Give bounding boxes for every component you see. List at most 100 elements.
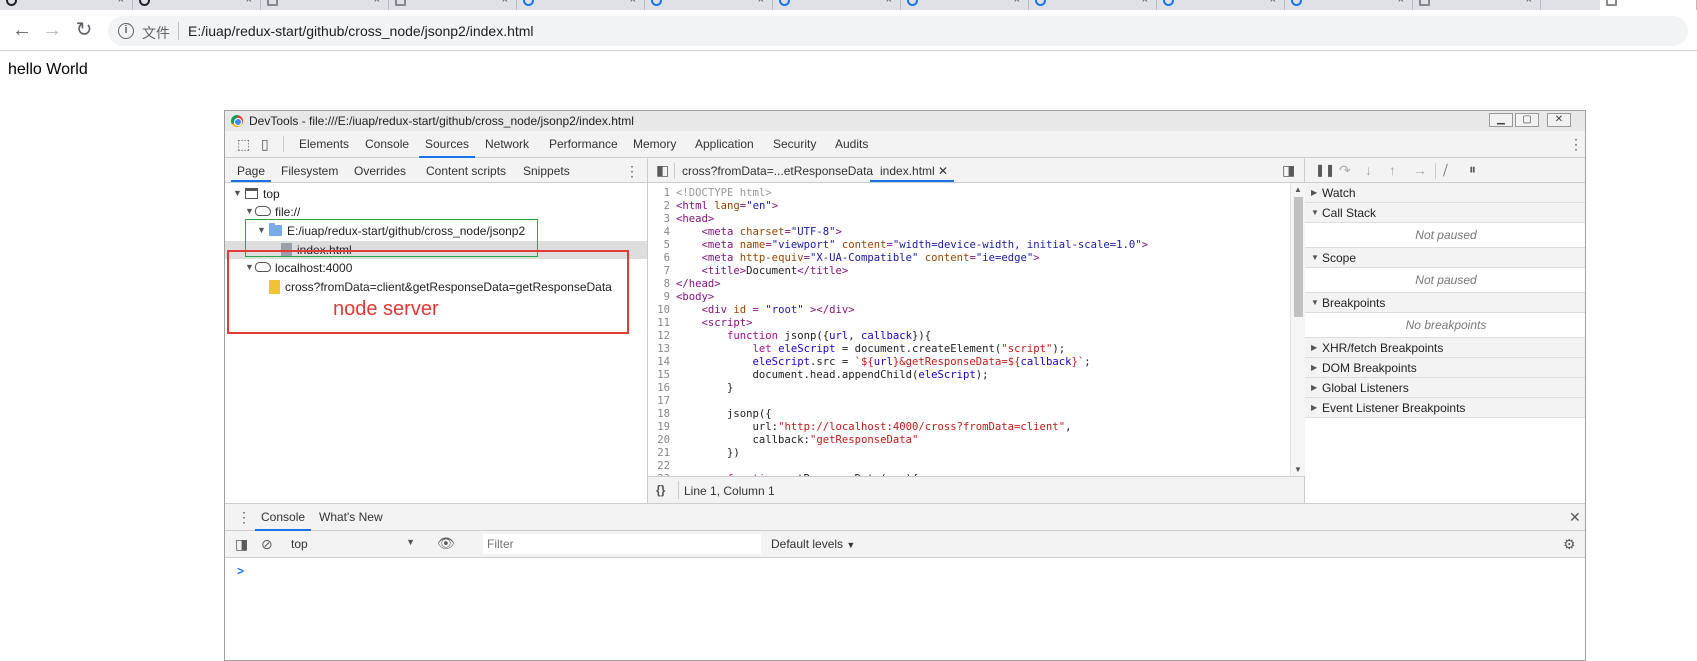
inspect-element-icon[interactable]: ⬚ <box>237 137 250 151</box>
close-window-button[interactable]: ✕ <box>1547 113 1571 127</box>
browser-tab[interactable]: × <box>389 0 517 10</box>
drawer-tab-whats-new[interactable]: What's New <box>319 510 383 524</box>
tab-console[interactable]: Console <box>365 137 409 151</box>
tab-snippets[interactable]: Snippets <box>523 164 570 178</box>
close-icon[interactable]: × <box>1270 0 1276 6</box>
browser-tab[interactable]: × <box>901 0 1029 10</box>
reload-button[interactable]: ↻ <box>72 18 96 42</box>
close-icon[interactable]: × <box>374 0 380 6</box>
section-scope[interactable]: ▼ Scope <box>1305 248 1585 268</box>
close-icon[interactable]: × <box>1398 0 1404 6</box>
tab-overrides[interactable]: Overrides <box>354 164 406 178</box>
step-icon[interactable]: → <box>1413 163 1427 177</box>
address-bar[interactable]: i 文件 E:/iuap/redux-start/github/cross_no… <box>108 16 1688 46</box>
browser-tab[interactable]: × <box>133 0 261 10</box>
filter-input[interactable] <box>483 534 761 554</box>
console-prompt[interactable]: > <box>237 564 244 578</box>
editor-scrollbar[interactable]: ▲ ▼ <box>1290 183 1305 476</box>
levels-dropdown[interactable]: Default levels ▼ <box>771 537 855 551</box>
tab-elements[interactable]: Elements <box>299 137 349 151</box>
url-text[interactable]: E:/iuap/redux-start/github/cross_node/js… <box>188 23 534 39</box>
more-icon[interactable]: ⋮ <box>625 164 639 178</box>
browser-tab[interactable]: × <box>645 0 773 10</box>
section-xhr-breakpoints[interactable]: ▶ XHR/fetch Breakpoints <box>1305 338 1585 358</box>
close-icon[interactable]: × <box>246 0 252 6</box>
browser-tab[interactable]: × <box>1285 0 1413 10</box>
expanded-triangle-icon[interactable]: ▼ <box>245 206 254 216</box>
browser-tab[interactable]: × <box>773 0 901 10</box>
browser-tab[interactable]: × <box>1413 0 1541 10</box>
editor-tab-label: index.html <box>880 164 935 178</box>
step-over-icon[interactable]: ↷ <box>1339 163 1351 177</box>
tab-sources[interactable]: Sources <box>418 137 476 158</box>
tab-filesystem[interactable]: Filesystem <box>281 164 338 178</box>
section-event-listener-breakpoints[interactable]: ▶ Event Listener Breakpoints <box>1305 398 1585 418</box>
forward-button[interactable]: → <box>40 18 64 42</box>
step-out-icon[interactable]: ↑ <box>1389 163 1396 177</box>
tab-network[interactable]: Network <box>485 137 529 151</box>
toggle-debugger-icon[interactable]: ◨ <box>1282 163 1295 177</box>
section-breakpoints[interactable]: ▼ Breakpoints <box>1305 293 1585 313</box>
show-sidebar-icon[interactable]: ◨ <box>235 537 248 551</box>
pretty-print-icon[interactable]: {} <box>656 483 665 497</box>
close-drawer-icon[interactable]: ✕ <box>1569 510 1581 524</box>
close-icon[interactable]: × <box>1526 0 1532 6</box>
back-button[interactable]: ← <box>10 18 34 42</box>
section-dom-breakpoints[interactable]: ▶ DOM Breakpoints <box>1305 358 1585 378</box>
annotation-label: node server <box>333 298 439 320</box>
toggle-navigator-icon[interactable]: ◧ <box>656 163 669 177</box>
tab-content-scripts[interactable]: Content scripts <box>426 164 506 178</box>
section-global-listeners[interactable]: ▶ Global Listeners <box>1305 378 1585 398</box>
pause-icon[interactable]: ❚❚ <box>1315 163 1335 177</box>
context-select[interactable]: top ▼ <box>287 535 417 553</box>
browser-tab[interactable]: × <box>517 0 645 10</box>
close-icon[interactable]: × <box>502 0 508 6</box>
tree-item-top[interactable]: ▼ top <box>225 185 647 203</box>
device-toolbar-icon[interactable]: ▯ <box>261 137 269 151</box>
editor-tab-index-html[interactable]: index.html ✕ <box>869 164 955 182</box>
devtools-main-tabs: ⬚ ▯ Elements Console Sources Network Per… <box>225 131 1585 158</box>
browser-tab[interactable]: × <box>1029 0 1157 10</box>
close-icon[interactable]: × <box>758 0 764 6</box>
browser-tab[interactable]: × <box>261 0 389 10</box>
scroll-down-icon[interactable]: ▼ <box>1294 465 1302 474</box>
close-icon[interactable]: × <box>118 0 124 6</box>
pause-on-exceptions-icon[interactable]: ⏸ <box>1469 162 1476 176</box>
close-icon[interactable]: × <box>886 0 892 6</box>
tab-audits[interactable]: Audits <box>835 137 868 151</box>
info-icon[interactable]: i <box>118 23 134 39</box>
code-view[interactable]: 1 <!DOCTYPE html> 2 <html lang="en"> 3 <hea… <box>648 183 1290 476</box>
minimize-button[interactable]: ▁ <box>1489 113 1513 127</box>
browser-tab[interactable]: × <box>0 0 133 10</box>
browser-tab-active[interactable] <box>1600 0 1697 10</box>
clear-console-icon[interactable]: ⊘ <box>261 537 273 551</box>
eye-icon[interactable]: 👁 <box>437 536 455 550</box>
close-icon[interactable]: × <box>630 0 636 6</box>
drawer-tab-console[interactable]: Console <box>254 510 312 531</box>
section-call-stack[interactable]: ▼ Call Stack <box>1305 203 1585 223</box>
deactivate-breakpoints-icon[interactable]: ⧸ <box>1443 163 1448 177</box>
page-icon <box>267 0 278 6</box>
scroll-up-icon[interactable]: ▲ <box>1294 185 1302 194</box>
gear-icon[interactable]: ⚙ <box>1563 537 1576 551</box>
section-watch[interactable]: ▶ Watch <box>1305 183 1585 203</box>
browser-tab[interactable]: × <box>1157 0 1285 10</box>
close-icon[interactable]: × <box>1014 0 1020 6</box>
tab-page[interactable]: Page <box>230 164 272 182</box>
maximize-button[interactable]: ▢ <box>1515 113 1539 127</box>
editor-tab-request[interactable]: cross?fromData=...etResponseData <box>682 164 873 178</box>
tab-memory[interactable]: Memory <box>633 137 676 151</box>
expanded-triangle-icon[interactable]: ▼ <box>233 188 242 198</box>
close-icon[interactable]: × <box>1142 0 1148 6</box>
drawer-menu-icon[interactable]: ⋮ <box>237 510 251 524</box>
step-into-icon[interactable]: ↓ <box>1365 163 1372 177</box>
close-tab-icon[interactable]: ✕ <box>938 164 948 178</box>
scrollbar-thumb[interactable] <box>1294 197 1303 317</box>
tab-application[interactable]: Application <box>695 137 754 151</box>
cloud-icon <box>255 206 271 216</box>
site-icon <box>1291 0 1302 6</box>
more-options-icon[interactable]: ⋮ <box>1569 137 1583 151</box>
tab-security[interactable]: Security <box>773 137 816 151</box>
tab-performance[interactable]: Performance <box>549 137 618 151</box>
drawer-tabs: ⋮ Console What's New ✕ <box>225 504 1585 531</box>
